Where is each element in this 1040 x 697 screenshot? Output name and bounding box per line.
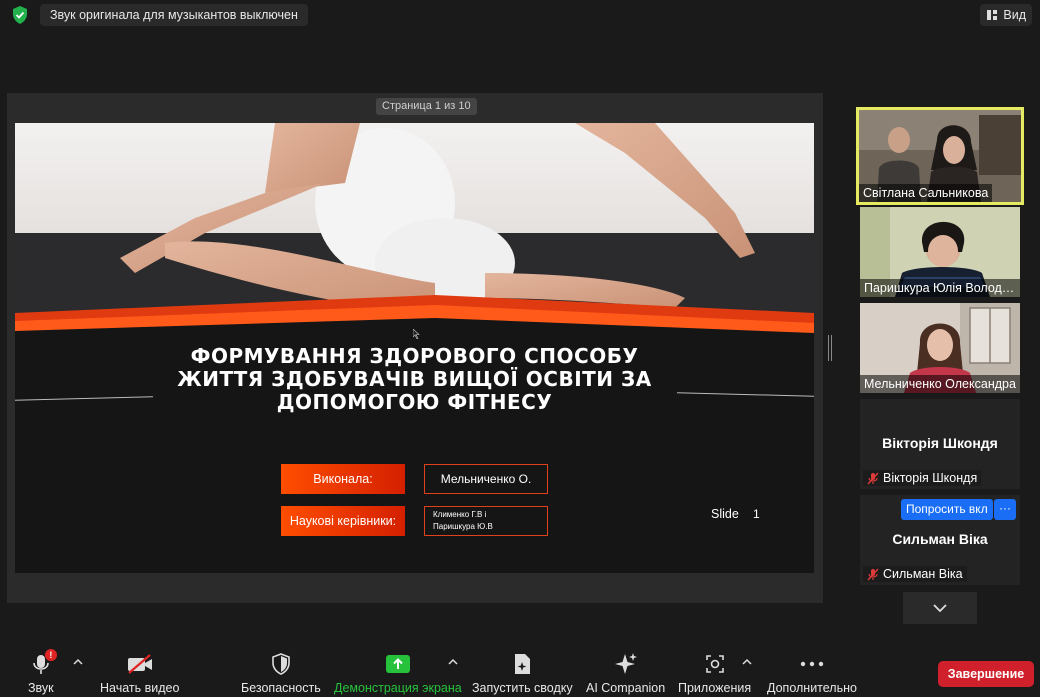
slide-title: ФОРМУВАННЯ ЗДОРОВОГО СПОСОБУ ЖИТТЯ ЗДОБУ…: [177, 344, 652, 414]
view-label: Вид: [1003, 8, 1026, 22]
supervisors-value: Клименко Г.В і Паришкура Ю.В: [424, 506, 548, 536]
participant-more-button[interactable]: ···: [994, 499, 1016, 520]
participant-name: Мельниченко Олександра: [860, 375, 1020, 393]
start-video-button[interactable]: Начать видео: [100, 651, 179, 695]
share-options-caret-icon[interactable]: [448, 658, 458, 666]
participant-big-name: Сильман Віка: [892, 531, 988, 547]
participant-muted-label: Сильман Віка: [863, 566, 967, 582]
mouse-cursor-icon: [413, 329, 420, 339]
participant-name: Світлана Сальникова: [859, 184, 993, 202]
more-label: Дополнительно: [767, 681, 857, 695]
muted-mic-icon: [867, 568, 879, 580]
security-button[interactable]: Безопасность: [241, 651, 321, 695]
supervisor-1: Клименко Г.В і: [433, 510, 487, 519]
shield-icon: [272, 653, 290, 675]
apps-icon: [705, 655, 724, 673]
video-off-icon: [127, 654, 152, 674]
zoom-meeting-window: Звук оригинала для музыкантов выключен В…: [0, 0, 1040, 697]
author-value-text: Мельниченко О.: [440, 472, 532, 486]
encryption-shield-icon[interactable]: [10, 5, 30, 25]
chevron-down-icon: [933, 603, 947, 612]
view-grid-icon: [987, 10, 998, 20]
decorative-line-left: [15, 396, 153, 401]
page-indicator: Страница 1 из 10: [376, 98, 477, 115]
end-meeting-button[interactable]: Завершение: [938, 661, 1034, 687]
slide-number-label: Slide: [711, 507, 739, 521]
audio-button[interactable]: ! Звук: [28, 649, 57, 695]
security-label: Безопасность: [241, 681, 321, 695]
author-label: Виконала:: [281, 464, 405, 494]
ai-companion-button[interactable]: AI Companion: [586, 651, 665, 695]
participant-tile-active[interactable]: Світлана Сальникова: [856, 107, 1024, 205]
start-summary-button[interactable]: Запустить сводку: [472, 651, 573, 695]
summary-icon: [515, 654, 531, 674]
participants-scroll-down-button[interactable]: [903, 592, 977, 624]
presentation-slide: ФОРМУВАННЯ ЗДОРОВОГО СПОСОБУ ЖИТТЯ ЗДОБУ…: [15, 123, 814, 573]
audio-options-caret-icon[interactable]: [73, 658, 83, 666]
share-screen-icon: [385, 655, 410, 673]
apps-label: Приложения: [678, 681, 752, 695]
start-summary-label: Запустить сводку: [472, 681, 573, 695]
share-screen-label: Демонстрация экрана: [334, 681, 462, 695]
ai-sparkle-icon: [614, 653, 637, 674]
muted-mic-icon: [867, 472, 879, 484]
start-video-label: Начать видео: [100, 681, 180, 695]
more-dots-icon: [800, 661, 824, 667]
shared-screen: Страница 1 из 10 ФОРМУВАННЯ ЗДОРОВОГО СП…: [7, 93, 823, 603]
author-value: Мельниченко О.: [424, 464, 548, 494]
apps-options-caret-icon[interactable]: [742, 658, 752, 666]
participant-tile[interactable]: Попросить вкл ··· Сильман Віка Сильман В…: [860, 495, 1020, 585]
participant-big-name: Вікторія Шкондя: [882, 435, 998, 451]
participant-name: Сильман Віка: [883, 567, 963, 581]
participant-tile[interactable]: Вікторія Шкондя Вікторія Шкондя: [860, 399, 1020, 489]
decorative-line-right: [677, 392, 814, 397]
supervisor-2: Паришкура Ю.В: [433, 522, 493, 531]
panel-resize-handle[interactable]: [828, 335, 832, 361]
apps-button[interactable]: Приложения: [678, 651, 751, 695]
ai-companion-label: AI Companion: [586, 681, 666, 695]
fitness-photo: [15, 123, 814, 333]
participant-name: Вікторія Шкондя: [883, 471, 978, 485]
more-button[interactable]: Дополнительно: [767, 651, 857, 695]
audio-alert-badge: !: [44, 649, 57, 661]
slide-number: 1: [753, 507, 760, 521]
audio-label: Звук: [28, 681, 54, 695]
original-sound-notice: Звук оригинала для музыкантов выключен: [40, 4, 308, 26]
share-screen-button[interactable]: Демонстрация экрана: [334, 651, 462, 695]
participant-name: Паришкура Юлія Володимирівна: [860, 279, 1020, 297]
supervisors-label: Наукові керівники:: [281, 506, 405, 536]
ask-to-unmute-button[interactable]: Попросить вкл: [901, 499, 993, 520]
view-button[interactable]: Вид: [980, 4, 1032, 26]
participant-tile[interactable]: Паришкура Юлія Володимирівна: [860, 207, 1020, 297]
participant-tile[interactable]: Мельниченко Олександра: [860, 303, 1020, 393]
participant-muted-label: Вікторія Шкондя: [863, 470, 982, 486]
